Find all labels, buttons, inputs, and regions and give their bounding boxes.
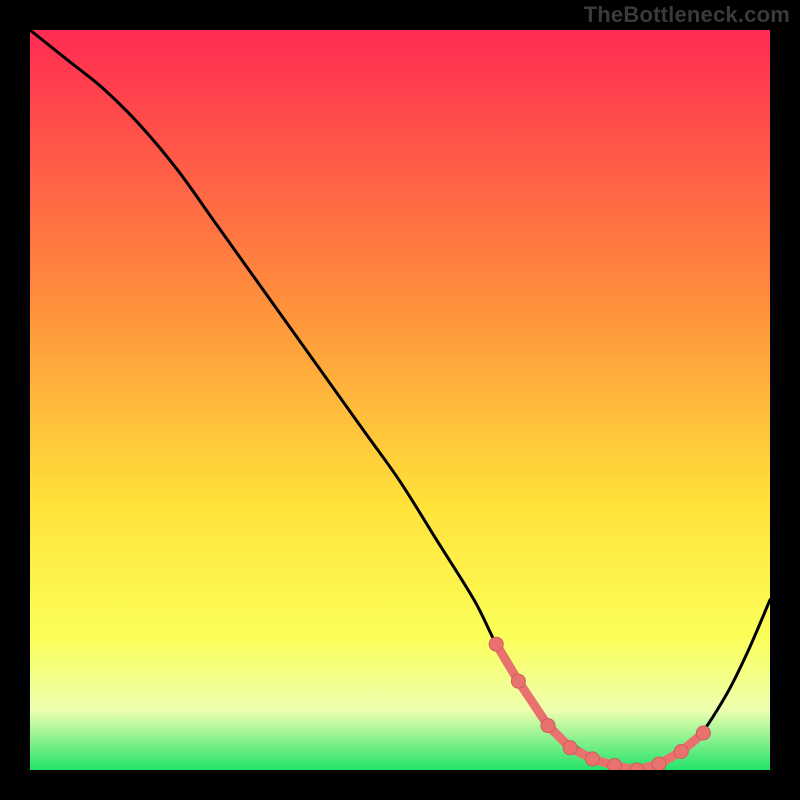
watermark-text: TheBottleneck.com — [584, 2, 790, 28]
plot-area — [30, 30, 770, 770]
highlight-point — [674, 745, 688, 759]
highlight-point — [585, 752, 599, 766]
highlight-point — [489, 637, 503, 651]
chart-frame: TheBottleneck.com — [0, 0, 800, 800]
bottleneck-chart — [30, 30, 770, 770]
highlight-point — [563, 741, 577, 755]
highlight-point — [652, 757, 666, 770]
highlight-point — [696, 726, 710, 740]
highlight-point — [541, 719, 555, 733]
highlight-point — [608, 759, 622, 770]
highlight-point — [511, 674, 525, 688]
gradient-background — [30, 30, 770, 770]
